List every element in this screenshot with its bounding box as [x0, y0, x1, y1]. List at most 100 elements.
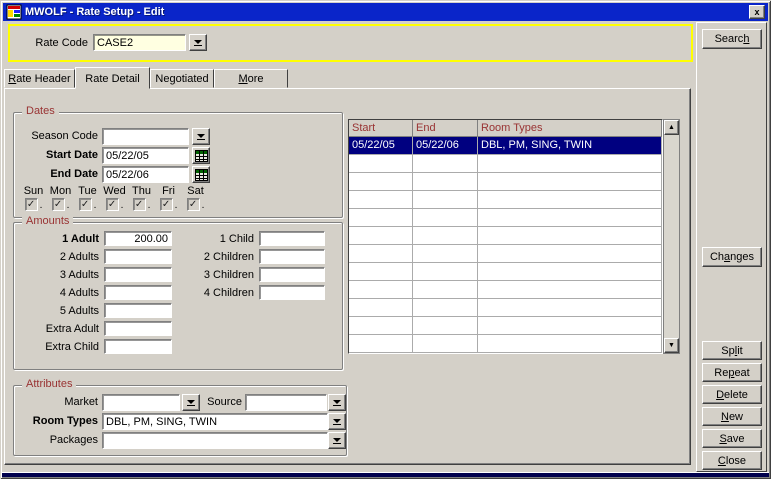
close-button[interactable]: Close	[702, 451, 762, 470]
title-bar: MWOLF - Rate Setup - Edit x	[3, 3, 768, 21]
room-types-input[interactable]	[102, 413, 328, 430]
tab-rate-detail[interactable]: Rate Detail	[75, 67, 150, 89]
lov-dropdown-icon	[187, 400, 195, 406]
packages-input[interactable]	[102, 432, 328, 449]
end-date-label: End Date	[14, 168, 98, 180]
amount-input-5-adults[interactable]	[104, 303, 172, 318]
search-button[interactable]: Search	[702, 29, 762, 49]
table-row-empty[interactable]	[349, 209, 662, 227]
season-code-label: Season Code	[14, 130, 98, 142]
scroll-down-icon[interactable]: ▼	[664, 338, 679, 353]
day-label-mon: Mon	[47, 185, 74, 198]
dates-group: Dates Season Code Start Date End Date	[13, 112, 343, 218]
table-row-empty[interactable]	[349, 281, 662, 299]
source-input[interactable]	[245, 394, 327, 411]
day-checkbox-thu[interactable]: ✓	[133, 198, 146, 211]
scroll-up-icon[interactable]: ▲	[664, 120, 679, 135]
table-row-selected[interactable]: 05/22/05 05/22/06 DBL, PM, SING, TWIN	[349, 137, 662, 155]
table-row-empty[interactable]	[349, 335, 662, 353]
save-button[interactable]: Save	[702, 429, 762, 448]
packages-label: Packages	[14, 434, 98, 446]
delete-button[interactable]: Delete	[702, 385, 762, 404]
tab-negotiated[interactable]: Negotiated	[150, 69, 214, 88]
start-date-calendar-button[interactable]	[192, 147, 210, 164]
amount-label-4-adults: 4 Adults	[14, 287, 99, 299]
attributes-group-title: Attributes	[22, 378, 76, 390]
table-row-empty[interactable]	[349, 317, 662, 335]
amount-label-3-adults: 3 Adults	[14, 269, 99, 281]
end-date-calendar-button[interactable]	[192, 166, 210, 183]
day-checkbox-fri[interactable]: ✓	[160, 198, 173, 211]
amount-input-2-children[interactable]	[259, 249, 325, 264]
weekday-checkbox-row: Sun ✓. Mon ✓. Tue ✓. Wed ✓. Thu ✓. Fri ✓…	[20, 185, 209, 211]
tab-rate-header[interactable]: Rate Header	[4, 69, 75, 88]
window-bottom-border	[2, 472, 769, 477]
rate-code-label: Rate Code	[28, 37, 88, 49]
table-row-empty[interactable]	[349, 227, 662, 245]
new-button[interactable]: New	[702, 407, 762, 426]
amount-label-4-children: 4 Children	[154, 287, 254, 299]
room-types-label: Room Types	[14, 415, 98, 427]
amounts-group-title: Amounts	[22, 215, 73, 227]
day-checkbox-sat[interactable]: ✓	[187, 198, 200, 211]
lov-dropdown-icon	[197, 134, 205, 140]
amount-input-4-children[interactable]	[259, 285, 325, 300]
table-row-empty[interactable]	[349, 263, 662, 281]
rate-code-input[interactable]	[93, 34, 186, 51]
amount-label-5-adults: 5 Adults	[14, 305, 99, 317]
lov-dropdown-icon	[333, 438, 341, 444]
source-lov-button[interactable]	[328, 394, 346, 411]
amount-label-2-children: 2 Children	[154, 251, 254, 263]
window-title: MWOLF - Rate Setup - Edit	[25, 6, 746, 18]
room-types-lov-button[interactable]	[328, 413, 346, 430]
day-checkbox-mon[interactable]: ✓	[52, 198, 65, 211]
day-label-sun: Sun	[20, 185, 47, 198]
start-date-input[interactable]	[102, 147, 189, 164]
end-date-input[interactable]	[102, 166, 189, 183]
table-scrollbar[interactable]: ▲ ▼	[663, 119, 680, 354]
day-checkbox-tue[interactable]: ✓	[79, 198, 92, 211]
rate-code-panel: Rate Code	[8, 24, 693, 62]
amount-input-extra-child[interactable]	[104, 339, 172, 354]
day-label-thu: Thu	[128, 185, 155, 198]
day-checkbox-wed[interactable]: ✓	[106, 198, 119, 211]
source-label: Source	[200, 396, 242, 408]
amount-label-3-children: 3 Children	[154, 269, 254, 281]
lov-dropdown-icon	[333, 419, 341, 425]
amount-label-extra-child: Extra Child	[14, 341, 99, 353]
market-input[interactable]	[102, 394, 180, 411]
tab-more[interactable]: More	[214, 69, 288, 88]
close-icon[interactable]: x	[749, 5, 765, 19]
table-row-empty[interactable]	[349, 173, 662, 191]
rate-setup-window: MWOLF - Rate Setup - Edit x Rate Code Ra…	[0, 0, 771, 479]
table-row-empty[interactable]	[349, 245, 662, 263]
packages-lov-button[interactable]	[328, 432, 346, 449]
season-code-input[interactable]	[102, 128, 189, 145]
amounts-group: Amounts 1 Adult 2 Adults 3 Adults 4 Adul…	[13, 222, 343, 370]
app-icon	[6, 4, 22, 20]
amount-input-1-child[interactable]	[259, 231, 325, 246]
day-label-sat: Sat	[182, 185, 209, 198]
market-lov-button[interactable]	[182, 394, 200, 411]
repeat-button[interactable]: Repeat	[702, 363, 762, 382]
table-row-empty[interactable]	[349, 155, 662, 173]
calendar-icon	[195, 169, 208, 181]
rate-code-lov-button[interactable]	[189, 34, 207, 51]
amount-label-2-adults: 2 Adults	[14, 251, 99, 263]
season-code-lov-button[interactable]	[192, 128, 210, 145]
rate-detail-tab-page: Dates Season Code Start Date End Date	[4, 88, 691, 465]
amount-label-1-adult: 1 Adult	[14, 233, 99, 245]
cell-room-types: DBL, PM, SING, TWIN	[478, 137, 662, 154]
amount-input-extra-adult[interactable]	[104, 321, 172, 336]
day-checkbox-sun[interactable]: ✓	[25, 198, 38, 211]
amount-input-3-children[interactable]	[259, 267, 325, 282]
column-header-room-types: Room Types	[478, 120, 662, 136]
lov-dropdown-icon	[194, 40, 202, 46]
table-header-row: Start End Room Types	[349, 120, 662, 137]
changes-button[interactable]: Changes	[702, 247, 762, 267]
table-row-empty[interactable]	[349, 299, 662, 317]
attributes-group: Attributes Market Source Room Types Pack…	[13, 385, 347, 456]
table-row-empty[interactable]	[349, 191, 662, 209]
cell-start: 05/22/05	[349, 137, 413, 154]
split-button[interactable]: Split	[702, 341, 762, 360]
